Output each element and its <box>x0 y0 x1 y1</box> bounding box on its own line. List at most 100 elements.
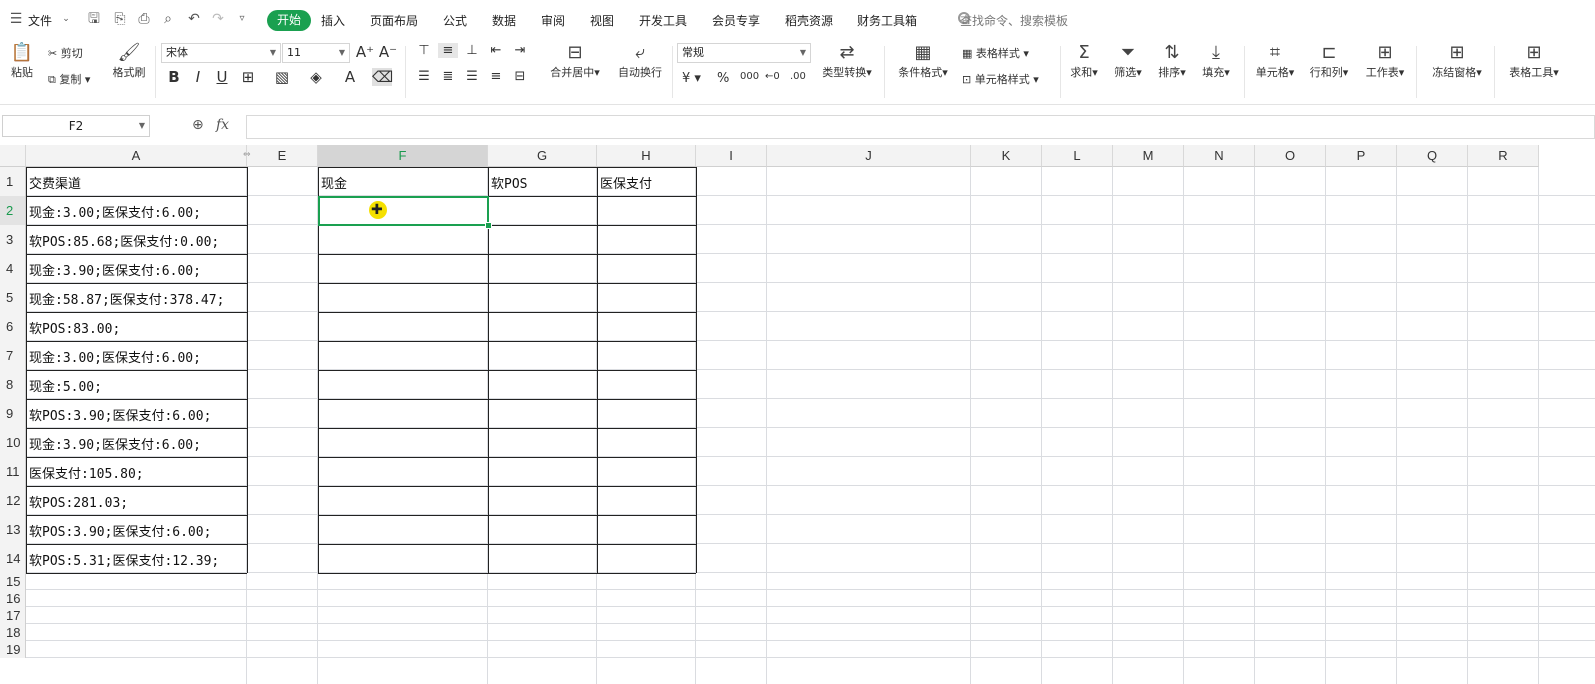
row-header-8[interactable]: 8 <box>0 370 26 399</box>
formula-input[interactable] <box>246 115 1595 139</box>
column-header-j[interactable]: J <box>767 145 971 167</box>
tab-finance-toolbox[interactable]: 财务工具箱 <box>857 12 917 29</box>
fill-pattern-icon[interactable]: ▧ <box>272 68 292 86</box>
row-header-18[interactable]: 18 <box>0 624 26 641</box>
row-header-14[interactable]: 14 <box>0 544 26 573</box>
table-tools-button[interactable]: ⊞ 表格工具▾ <box>1504 42 1564 80</box>
increase-indent-icon[interactable]: ⇥ <box>510 43 530 58</box>
row-header-11[interactable]: 11 <box>0 457 26 486</box>
number-format-select[interactable]: 常规 ▼ <box>677 43 811 63</box>
fill-handle[interactable] <box>485 222 492 229</box>
wrap-text-button[interactable]: ⤶ 自动换行 <box>612 42 668 80</box>
italic-icon[interactable]: I <box>188 68 208 86</box>
tab-developer[interactable]: 开发工具 <box>639 12 687 29</box>
column-header-e[interactable]: E <box>247 145 318 167</box>
merge-center-button[interactable]: ⊟ 合并居中▾ <box>544 42 606 80</box>
font-name-select[interactable]: 宋体 ▼ <box>161 43 281 63</box>
align-center-icon[interactable]: ≣ <box>438 69 458 84</box>
column-header-k[interactable]: K <box>971 145 1042 167</box>
copy-button[interactable]: ⧉ 复制 ▾ <box>48 71 90 87</box>
cell-a10[interactable]: 现金:3.90;医保支付:6.00; <box>29 434 201 453</box>
row-header-17[interactable]: 17 <box>0 607 26 624</box>
align-right-icon[interactable]: ☰ <box>462 69 482 84</box>
currency-icon[interactable]: ¥ ▾ <box>682 71 701 86</box>
cell-a8[interactable]: 现金:5.00; <box>29 376 102 395</box>
font-size-select[interactable]: 11 ▼ <box>282 43 350 63</box>
clear-format-icon[interactable]: ⌫ <box>372 68 393 86</box>
conditional-format-button[interactable]: ▦ 条件格式▾ <box>894 42 952 80</box>
export-icon[interactable]: ⎘ <box>112 11 128 27</box>
column-header-i[interactable]: I <box>696 145 767 167</box>
borders-icon[interactable]: ⊞ <box>238 68 258 86</box>
row-header-19[interactable]: 19 <box>0 641 26 658</box>
row-header-12[interactable]: 12 <box>0 486 26 515</box>
thousands-separator-icon[interactable]: 000 <box>740 71 759 82</box>
column-header-r[interactable]: R <box>1468 145 1539 167</box>
name-box[interactable]: F2 ▼ <box>2 115 150 137</box>
row-header-16[interactable]: 16 <box>0 590 26 607</box>
chevron-down-icon[interactable]: ⌄ <box>58 11 74 27</box>
decrease-indent-icon[interactable]: ⇤ <box>486 43 506 58</box>
column-header-p[interactable]: P <box>1326 145 1397 167</box>
type-convert-button[interactable]: ⇄ 类型转换▾ <box>818 42 876 80</box>
cell-a5[interactable]: 现金:58.87;医保支付:378.47; <box>29 289 224 308</box>
cell-h1[interactable]: 医保支付 <box>600 173 652 192</box>
column-header-h[interactable]: H <box>597 145 696 167</box>
sort-button[interactable]: ⇅ 排序▾ <box>1154 42 1190 80</box>
command-search[interactable]: 查找命令、搜索模板 <box>960 12 1068 29</box>
cell-style-button[interactable]: ⊡ 单元格样式 ▾ <box>962 71 1039 87</box>
underline-icon[interactable]: U <box>212 68 232 86</box>
tab-data[interactable]: 数据 <box>492 12 516 29</box>
increase-decimal-icon[interactable]: ←0 <box>765 71 780 82</box>
tab-review[interactable]: 审阅 <box>541 12 565 29</box>
tab-insert[interactable]: 插入 <box>321 12 345 29</box>
active-cell-f2[interactable] <box>318 196 489 226</box>
font-color-icon[interactable]: A <box>340 68 360 86</box>
redo-icon[interactable]: ↷ <box>210 11 226 27</box>
tab-start[interactable]: 开始 <box>267 10 311 31</box>
row-header-7[interactable]: 7 <box>0 341 26 370</box>
row-header-3[interactable]: 3 <box>0 225 26 254</box>
row-header-2[interactable]: 2 <box>0 196 26 225</box>
column-header-g[interactable]: G <box>488 145 597 167</box>
freeze-panes-button[interactable]: ⊞ 冻结窗格▾ <box>1428 42 1486 80</box>
customize-toolbar-icon[interactable]: ▿ <box>234 11 250 27</box>
column-header-n[interactable]: N <box>1184 145 1255 167</box>
cell-a6[interactable]: 软POS:83.00; <box>29 318 120 337</box>
decrease-font-icon[interactable]: A⁻ <box>378 43 398 61</box>
cell-a9[interactable]: 软POS:3.90;医保支付:6.00; <box>29 405 211 424</box>
column-header-o[interactable]: O <box>1255 145 1326 167</box>
tab-docer[interactable]: 稻壳资源 <box>785 12 833 29</box>
row-header-9[interactable]: 9 <box>0 399 26 428</box>
column-header-q[interactable]: Q <box>1397 145 1468 167</box>
justify-icon[interactable]: ≡ <box>486 69 506 84</box>
tab-member[interactable]: 会员专享 <box>712 12 760 29</box>
spreadsheet-grid[interactable]: A E F G H I J K L M N O P Q R 1 2 3 4 5 6 7 8 9 10 11 12 13 14 15 16 17… <box>0 145 1595 684</box>
cell-button[interactable]: ⌗ 单元格▾ <box>1252 42 1298 80</box>
tab-page-layout[interactable]: 页面布局 <box>370 12 418 29</box>
cell-a14[interactable]: 软POS:5.31;医保支付:12.39; <box>29 550 219 569</box>
undo-icon[interactable]: ↶ <box>186 11 202 27</box>
row-header-6[interactable]: 6 <box>0 312 26 341</box>
filter-button[interactable]: ⏷ 筛选▾ <box>1110 42 1146 80</box>
percent-icon[interactable]: % <box>717 71 729 86</box>
row-header-1[interactable]: 1 <box>0 167 26 196</box>
cell-a11[interactable]: 医保支付:105.80; <box>29 463 144 482</box>
fill-color-icon[interactable]: ◈ <box>306 68 326 86</box>
table-style-button[interactable]: ▦ 表格样式 ▾ <box>962 45 1029 61</box>
cell-a13[interactable]: 软POS:3.90;医保支付:6.00; <box>29 521 211 540</box>
increase-font-icon[interactable]: A⁺ <box>355 43 375 61</box>
file-menu[interactable]: 文件 <box>28 12 52 29</box>
function-icon[interactable]: fx <box>216 117 229 133</box>
row-header-5[interactable]: 5 <box>0 283 26 312</box>
format-painter-button[interactable]: 🖌 格式刷 <box>108 42 150 80</box>
bold-icon[interactable]: B <box>164 68 184 86</box>
cut-button[interactable]: ✂ 剪切 <box>48 45 83 61</box>
hamburger-menu-icon[interactable]: ☰ <box>8 11 24 27</box>
autosum-button[interactable]: Σ 求和▾ <box>1066 42 1102 80</box>
print-preview-icon[interactable]: ⌕ <box>160 11 176 27</box>
select-all-corner[interactable] <box>0 145 26 167</box>
decrease-decimal-icon[interactable]: .00 <box>790 71 806 82</box>
cell-f1[interactable]: 现金 <box>321 173 347 192</box>
fill-button[interactable]: ⤓ 填充▾ <box>1198 42 1234 80</box>
